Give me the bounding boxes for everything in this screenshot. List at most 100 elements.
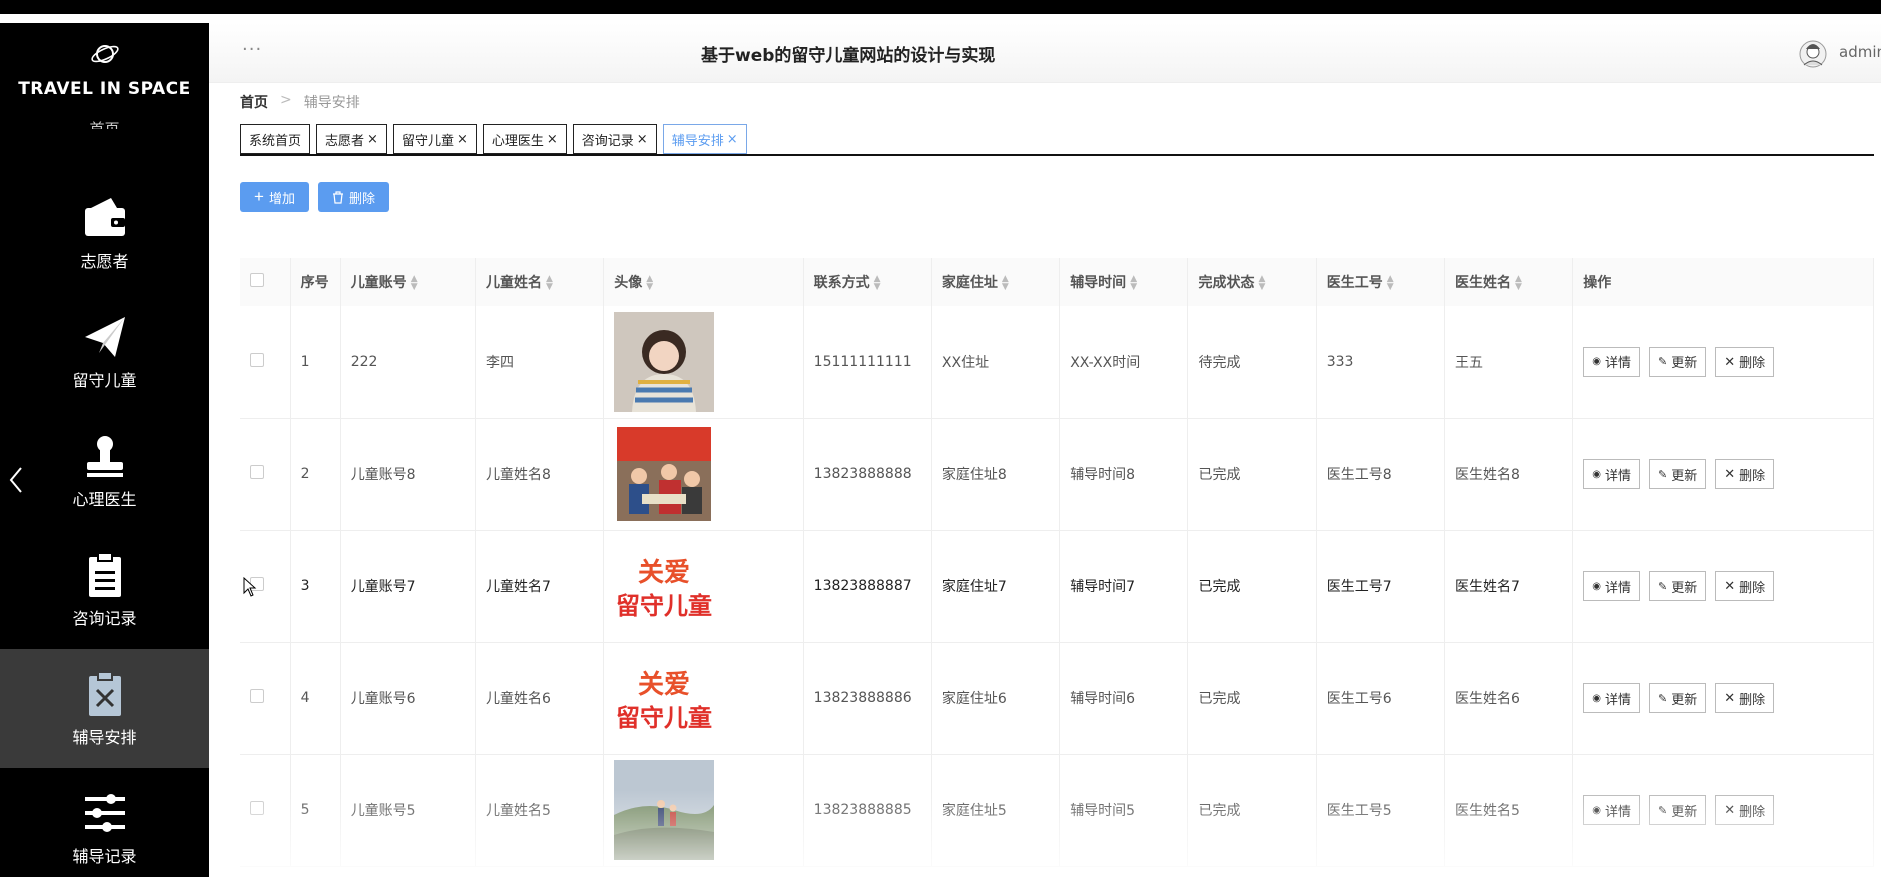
row-select-cell [240, 418, 291, 531]
cell-avatar [603, 306, 804, 419]
row-select-cell [240, 754, 291, 867]
child-photo-avatar[interactable] [614, 311, 715, 412]
detail-button[interactable]: ◉ 详情 [1583, 795, 1640, 825]
brand-name: TRAVEL IN SPACE [18, 79, 191, 99]
edit-icon: ✎ [1658, 580, 1668, 593]
tab-system-home[interactable]: 系统首页 [240, 124, 311, 154]
avatar[interactable] [1798, 39, 1828, 69]
sort-icon[interactable]: ▲ ▼ [411, 275, 418, 292]
tab-tutoring-schedule[interactable]: 辅导安排 × [662, 124, 747, 154]
row-delete-button[interactable]: ✕ 删除 [1715, 795, 1775, 825]
column-header[interactable]: 头像 ▲ ▼ [603, 258, 804, 306]
update-button-label: 更新 [1671, 579, 1698, 595]
row-checkbox[interactable] [250, 801, 264, 815]
column-header[interactable]: 辅导时间 ▲ ▼ [1059, 258, 1189, 306]
detail-button[interactable]: ◉ 详情 [1583, 346, 1640, 377]
cell-status: 已完成 [1187, 530, 1317, 643]
detail-button[interactable]: ◉ 详情 [1583, 459, 1640, 489]
sidebar-item-tutoring-records[interactable]: 辅导记录 [0, 768, 209, 877]
update-button[interactable]: ✎ 更新 [1649, 346, 1707, 377]
row-delete-button[interactable]: ✕ 删除 [1715, 571, 1775, 601]
detail-button[interactable]: ◉ 详情 [1583, 683, 1640, 713]
sort-icon[interactable]: ▲ ▼ [1258, 275, 1265, 292]
cell-actions: ◉ 详情 ✎ 更新 ✕ 删除 [1572, 642, 1874, 755]
row-delete-button-label: 删除 [1739, 691, 1766, 707]
column-header[interactable]: 家庭住址 ▲ ▼ [931, 258, 1061, 306]
tab-bar: 系统首页 志愿者 × 留守儿童 × 心理医生 × 咨询记录 × 辅导安排 × [240, 124, 1874, 156]
table-row: 1 222 李四 15111111111 XX住址 XX-XX时间 待完成 333 王五 ◉ 详情 ✎… [240, 306, 1874, 419]
tab-psychologist[interactable]: 心理医生 × [482, 124, 567, 154]
sort-icon[interactable]: ▲ ▼ [874, 275, 881, 292]
column-header[interactable]: 儿童账号 ▲ ▼ [340, 258, 476, 306]
select-all-checkbox[interactable] [250, 273, 264, 287]
row-checkbox[interactable] [250, 465, 264, 479]
breadcrumb-home[interactable]: 首页 [240, 92, 268, 112]
clipboard-icon [88, 551, 121, 597]
row-delete-button[interactable]: ✕ 删除 [1715, 459, 1775, 489]
brand: TRAVEL IN SPACE [0, 23, 209, 105]
group-photo-avatar[interactable] [614, 424, 715, 524]
sidebar-item-label: 留守儿童 [72, 370, 137, 390]
sidebar-item-consult-records[interactable]: 咨询记录 [0, 530, 209, 649]
collapse-arrow-icon[interactable] [8, 465, 24, 495]
username[interactable]: admin [1839, 43, 1881, 61]
sidebar-item-psychologist[interactable]: 心理医生 [0, 411, 209, 530]
update-button[interactable]: ✎ 更新 [1649, 683, 1707, 713]
landscape-photo-avatar[interactable] [614, 760, 715, 860]
detail-button[interactable]: ◉ 详情 [1583, 571, 1640, 601]
column-header[interactable]: 完成状态 ▲ ▼ [1187, 258, 1317, 306]
cell-address: XX住址 [931, 306, 1061, 419]
cell-time: 辅导时间8 [1059, 418, 1189, 531]
breadcrumb-separator: > [280, 92, 292, 108]
logo-graphic-avatar[interactable]: 关爱留守儿童 [614, 536, 715, 636]
column-header-label: 操作 [1583, 275, 1612, 291]
sidebar-item-volunteer[interactable]: 志愿者 [0, 173, 209, 292]
update-button[interactable]: ✎ 更新 [1649, 571, 1707, 601]
tab-children[interactable]: 留守儿童 × [392, 124, 477, 154]
row-checkbox[interactable] [250, 689, 264, 703]
row-select-cell [240, 642, 291, 755]
update-button[interactable]: ✎ 更新 [1649, 795, 1707, 825]
cell-account: 儿童账号5 [340, 754, 476, 867]
sort-icon[interactable]: ▲ ▼ [1002, 275, 1009, 292]
column-header[interactable]: 医生姓名 ▲ ▼ [1444, 258, 1574, 306]
update-button[interactable]: ✎ 更新 [1649, 459, 1707, 489]
planet-icon [90, 45, 119, 63]
cell-address: 家庭住址8 [931, 418, 1061, 531]
close-icon[interactable]: × [547, 132, 558, 147]
close-icon[interactable]: × [457, 132, 468, 147]
close-icon[interactable]: × [367, 132, 378, 147]
sort-icon[interactable]: ▲ ▼ [1130, 275, 1137, 292]
cell-status: 已完成 [1187, 418, 1317, 531]
sort-icon[interactable]: ▲ ▼ [1387, 275, 1394, 292]
row-delete-button-label: 删除 [1739, 579, 1766, 595]
sort-icon[interactable]: ▲ ▼ [646, 275, 653, 292]
cell-address: 家庭住址7 [931, 530, 1061, 643]
sidebar-item-children[interactable]: 留守儿童 [0, 292, 209, 411]
edit-icon: ✎ [1658, 692, 1668, 705]
row-checkbox[interactable] [250, 352, 264, 367]
close-icon[interactable]: × [727, 132, 738, 147]
sidebar-item-tutoring-schedule[interactable]: 辅导安排 [0, 649, 209, 768]
close-icon: ✕ [1724, 353, 1736, 369]
tab-volunteer[interactable]: 志愿者 × [316, 124, 387, 154]
column-header-label: 医生姓名 [1454, 275, 1511, 291]
sort-icon[interactable]: ▲ ▼ [1515, 275, 1522, 292]
logo-graphic-avatar[interactable]: 关爱留守儿童 [614, 648, 715, 748]
sidebar-item-home-partial[interactable]: 首页 [0, 115, 209, 129]
cell-address: 家庭住址5 [931, 754, 1061, 867]
column-header[interactable]: 医生工号 ▲ ▼ [1316, 258, 1445, 306]
close-icon[interactable]: × [637, 132, 648, 147]
detail-button-label: 详情 [1604, 467, 1631, 483]
delete-button[interactable]: 删除 [317, 182, 389, 212]
cell-doctor-id: 医生工号5 [1316, 754, 1445, 867]
sort-icon[interactable]: ▲ ▼ [546, 275, 553, 292]
cell-no: 4 [290, 642, 341, 755]
column-header[interactable]: 联系方式 ▲ ▼ [803, 258, 932, 306]
menu-dots-icon[interactable]: ··· [242, 39, 262, 60]
row-delete-button[interactable]: ✕ 删除 [1715, 683, 1775, 713]
tab-consult-records[interactable]: 咨询记录 × [572, 124, 657, 154]
row-delete-button[interactable]: ✕ 删除 [1715, 346, 1775, 377]
column-header[interactable]: 儿童姓名 ▲ ▼ [475, 258, 605, 306]
add-button[interactable]: + 增加 [240, 182, 309, 212]
